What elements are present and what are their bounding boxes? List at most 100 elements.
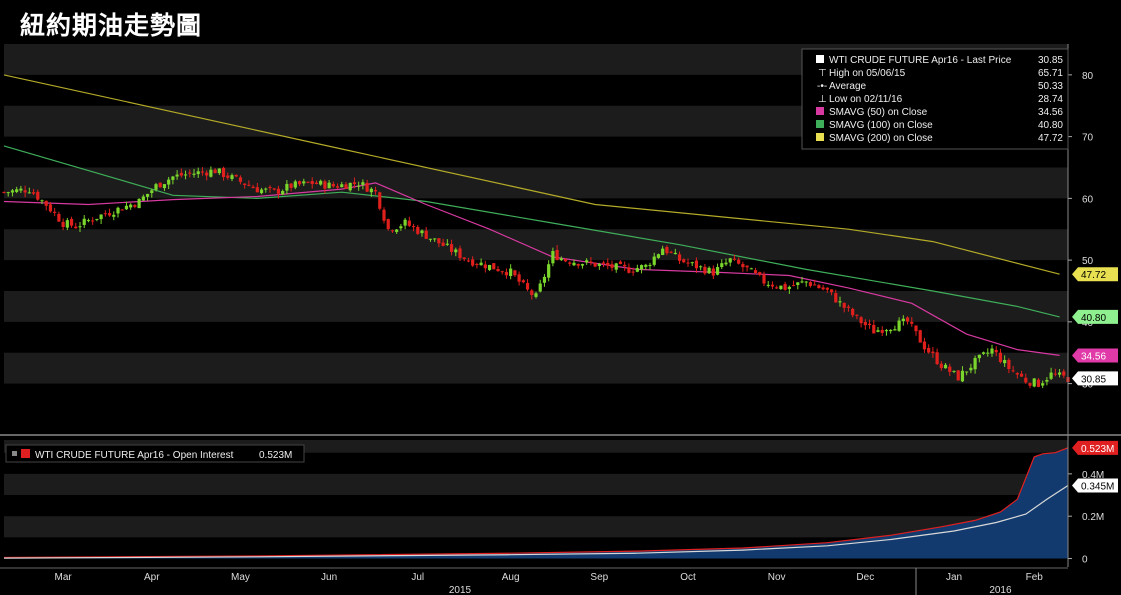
candle-body [572,262,576,266]
candle-body [420,230,424,234]
candle-body [737,259,741,264]
candle-body [897,320,901,331]
candle-body [399,226,403,229]
candle-body [158,182,162,188]
candle-body [285,183,289,191]
candle-body [842,302,846,308]
price-tag-text: 47.72 [1081,270,1106,281]
candle-body [699,266,703,268]
legend-label-low: Low on 02/11/16 [829,94,903,105]
oi-tag-text: 0.523M [1081,444,1114,455]
candle-body [656,254,661,258]
candle-body [57,213,61,222]
candle-body [859,317,863,324]
candle-body [247,184,251,186]
candle-body [454,249,458,253]
candle-body [682,259,686,263]
candle-body [728,258,732,263]
candle-body [314,182,319,184]
candle-body [86,220,91,222]
candle-body [986,352,990,354]
candle-body [935,352,939,364]
candle-body [914,325,918,332]
legend-label-high: High on 05/06/15 [829,68,906,79]
candle-body [348,182,352,191]
candle-body [821,287,825,290]
candle-body [133,205,137,207]
candle-body [551,251,555,264]
candle-body [179,172,183,176]
candle-body [40,200,44,202]
candle-body [306,181,310,183]
candle-body [741,264,745,268]
candle-body [749,268,753,270]
candle-body [686,262,690,264]
legend-value-oi: 0.523M [259,450,292,461]
candle-body [74,226,78,229]
candle-body [361,182,365,185]
candle-body [19,188,23,191]
candle-body [521,280,525,283]
price-ytick-label: 60 [1082,194,1094,205]
price-ytick-label: 80 [1082,71,1094,82]
candle-body [500,271,504,273]
candle-body [880,329,884,333]
candle-body [365,182,369,192]
candle-body [475,263,479,265]
candle-body [31,192,36,194]
candle-body [711,268,715,276]
candle-body [492,263,496,270]
price-band [4,229,1068,261]
candle-body [82,218,86,225]
candle-body [340,184,344,188]
candle-body [927,347,931,353]
last-price-swatch [816,55,824,63]
candle-body [855,314,859,316]
candle-body [1049,372,1053,379]
high-icon: ⊤ [818,68,827,79]
candle-body [547,264,551,278]
candle-body [238,177,243,182]
legend-label-sma50: SMAVG (50) on Close [829,107,928,118]
candle-body [1053,373,1057,375]
candle-body [205,172,209,176]
candle-body [428,238,433,240]
candle-body [745,265,749,268]
candle-body [585,260,589,263]
candle-body [525,283,530,290]
candle-body [264,188,268,190]
candle-body [433,238,437,240]
candle-body [766,284,770,286]
candle-body [707,267,711,274]
price-band [4,352,1068,384]
legend-value-high: 65.71 [1038,68,1063,79]
candle-body [327,182,331,189]
x-month-label: Jan [946,572,962,583]
candle-body [441,242,445,246]
candle-body [272,188,276,190]
candle-body [694,260,699,269]
candle-body [27,192,31,194]
candle-body [922,341,927,350]
candle-body [804,281,808,283]
candle-body [1036,379,1041,387]
candle-body [65,220,69,228]
x-month-label: Apr [144,572,160,583]
candle-body [297,181,302,185]
candle-body [715,267,720,275]
candle-body [753,270,758,274]
candle-body [255,187,259,193]
candle-body [791,285,796,287]
candle-body [534,293,538,297]
candle-body [800,281,804,283]
candle-body [990,348,994,354]
candle-body [243,183,247,186]
candle-body [813,284,817,286]
candle-body [530,290,534,296]
candle-body [335,186,340,188]
candle-body [703,266,707,274]
price-tag-text: 34.56 [1081,351,1106,362]
candle-body [395,229,399,232]
candle-body [479,262,483,266]
candle-body [416,227,420,234]
